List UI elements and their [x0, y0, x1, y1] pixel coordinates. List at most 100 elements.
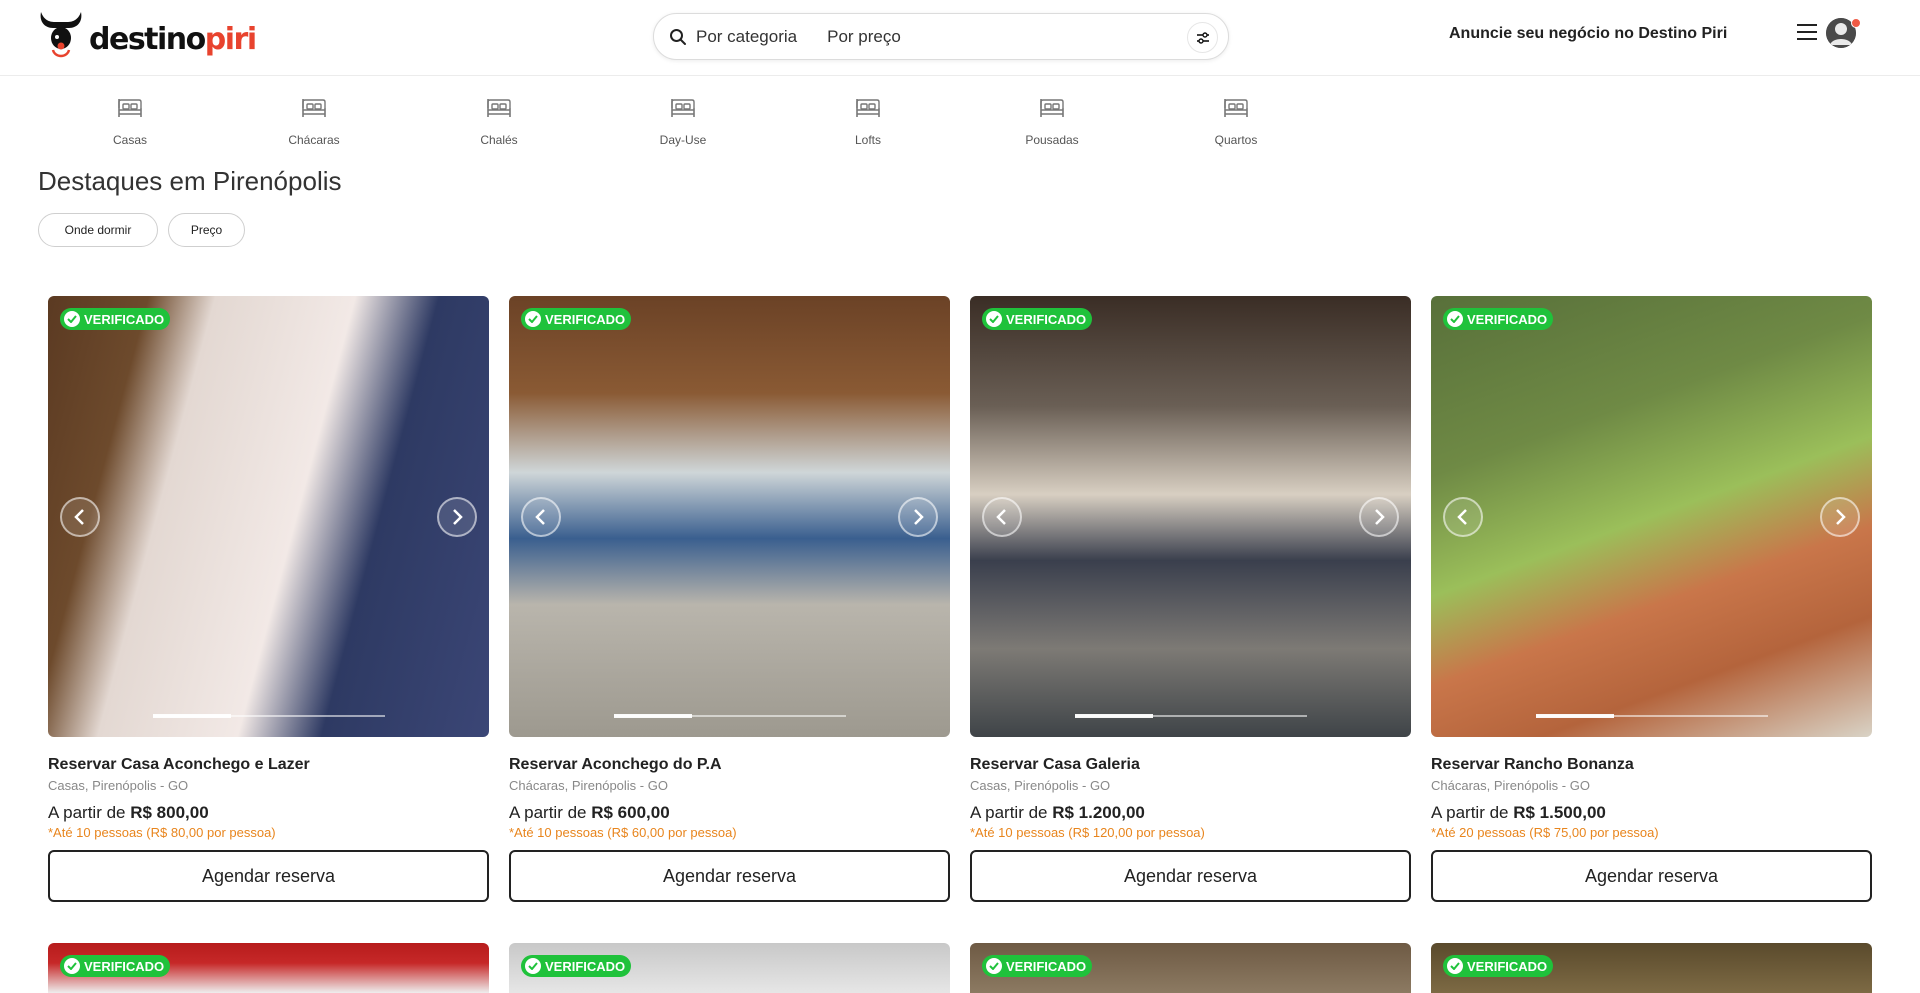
listing-card[interactable]: VERIFICADO	[48, 943, 489, 993]
listing-capacity-note: *Até 20 pessoas (R$ 75,00 por pessoa)	[1431, 825, 1659, 840]
category-chales[interactable]: Chalés	[439, 96, 559, 147]
bed-icon	[1224, 99, 1248, 117]
listing-price: A partir de R$ 1.500,00	[1431, 803, 1872, 823]
brand-name-dark: destino	[89, 21, 206, 57]
listing-price: A partir de R$ 800,00	[48, 803, 489, 823]
bed-icon	[671, 99, 695, 117]
listing-name[interactable]: Reservar Casa Aconchego e Lazer	[48, 756, 489, 774]
category-day-use[interactable]: Day-Use	[623, 96, 743, 147]
carousel-next-icon[interactable]	[1359, 497, 1399, 537]
brand-wordmark: destinopiri	[89, 21, 257, 57]
bull-logo-icon	[40, 12, 82, 58]
category-label: Chácaras	[288, 133, 340, 147]
book-button[interactable]: Agendar reserva	[509, 850, 950, 902]
check-icon	[525, 311, 541, 327]
listing-card[interactable]: VERIFICADO Reservar Casa Galeria Casas, …	[970, 296, 1411, 902]
category-pousadas[interactable]: Pousadas	[992, 96, 1112, 147]
bed-icon	[487, 99, 511, 117]
listing-card[interactable]: VERIFICADO	[1431, 943, 1872, 993]
search-bar[interactable]: Por categoria Por preço	[653, 13, 1229, 60]
book-button[interactable]: Agendar reserva	[970, 850, 1411, 902]
price-value: R$ 1.500,00	[1513, 803, 1606, 822]
listing-card[interactable]: VERIFICADO Reservar Rancho Bonanza Cháca…	[1431, 296, 1872, 902]
carousel-next-icon[interactable]	[437, 497, 477, 537]
listing-card[interactable]: VERIFICADO	[509, 943, 950, 993]
book-button[interactable]: Agendar reserva	[1431, 850, 1872, 902]
category-casas[interactable]: Casas	[70, 96, 190, 147]
price-value: R$ 600,00	[591, 803, 670, 822]
category-lofts[interactable]: Lofts	[808, 96, 928, 147]
listing-name[interactable]: Reservar Rancho Bonanza	[1431, 756, 1872, 774]
category-label: Quartos	[1214, 133, 1258, 147]
listing-photo[interactable]: VERIFICADO	[48, 943, 489, 993]
category-label: Lofts	[854, 133, 881, 147]
book-button[interactable]: Agendar reserva	[48, 850, 489, 902]
bed-icon	[1040, 99, 1064, 117]
carousel-prev-icon[interactable]	[1443, 497, 1483, 537]
check-icon	[986, 958, 1002, 974]
carousel-prev-icon[interactable]	[521, 497, 561, 537]
verified-badge: VERIFICADO	[60, 955, 171, 977]
listing-location: Casas, Pirenópolis - GO	[970, 778, 1111, 793]
listing-photo[interactable]: VERIFICADO	[509, 296, 950, 737]
listing-capacity-note: *Até 10 pessoas (R$ 60,00 por pessoa)	[509, 825, 737, 840]
listing-card[interactable]: VERIFICADO Reservar Casa Aconchego e Laz…	[48, 296, 489, 902]
listing-price: A partir de R$ 1.200,00	[970, 803, 1411, 823]
listing-photo[interactable]: VERIFICADO	[48, 296, 489, 737]
price-prefix: A partir de	[1431, 803, 1514, 822]
bed-icon	[856, 99, 880, 117]
price-prefix: A partir de	[509, 803, 592, 822]
advertise-link[interactable]: Anuncie seu negócio no Destino Piri	[1449, 25, 1727, 43]
listing-capacity-note: *Até 10 pessoas (R$ 80,00 por pessoa)	[48, 825, 276, 840]
carousel-indicator	[1075, 714, 1307, 718]
check-icon	[1447, 311, 1463, 327]
bed-icon	[118, 99, 142, 117]
carousel-next-icon[interactable]	[1820, 497, 1860, 537]
price-value: R$ 1.200,00	[1052, 803, 1145, 822]
check-icon	[525, 958, 541, 974]
filter-settings-button[interactable]	[1187, 22, 1218, 53]
category-label: Casas	[112, 133, 147, 147]
listing-location: Chácaras, Pirenópolis - GO	[1431, 778, 1590, 793]
listing-photo[interactable]: VERIFICADO	[509, 943, 950, 993]
filter-chip-onde-dormir[interactable]: Onde dormir	[38, 213, 158, 247]
verified-label: VERIFICADO	[545, 958, 626, 974]
category-quartos[interactable]: Quartos	[1176, 96, 1296, 147]
hamburger-menu-icon[interactable]	[1797, 24, 1819, 44]
verified-badge: VERIFICADO	[1443, 955, 1554, 977]
notification-dot	[1851, 18, 1861, 28]
listing-capacity-note: *Até 10 pessoas (R$ 120,00 por pessoa)	[970, 825, 1205, 840]
price-prefix: A partir de	[48, 803, 131, 822]
listing-card[interactable]: VERIFICADO	[970, 943, 1411, 993]
price-value: R$ 800,00	[130, 803, 209, 822]
listing-photo[interactable]: VERIFICADO	[970, 296, 1411, 737]
carousel-prev-icon[interactable]	[60, 497, 100, 537]
listing-photo[interactable]: VERIFICADO	[1431, 296, 1872, 737]
bed-icon	[302, 99, 326, 117]
check-icon	[1447, 958, 1463, 974]
listing-price: A partir de R$ 600,00	[509, 803, 950, 823]
listing-photo[interactable]: VERIFICADO	[1431, 943, 1872, 993]
carousel-indicator	[614, 714, 846, 718]
section-title: Destaques em Pirenópolis	[38, 166, 342, 196]
verified-label: VERIFICADO	[545, 311, 626, 327]
category-bar: Casas Chácaras Chalés Day-Use Lofts Pous…	[0, 96, 1920, 156]
verified-label: VERIFICADO	[1006, 958, 1087, 974]
carousel-indicator	[1536, 714, 1768, 718]
filter-chip-preco[interactable]: Preço	[168, 213, 245, 247]
listing-card[interactable]: VERIFICADO Reservar Aconchego do P.A Chá…	[509, 296, 950, 902]
listing-name[interactable]: Reservar Casa Galeria	[970, 756, 1411, 774]
listing-name[interactable]: Reservar Aconchego do P.A	[509, 756, 950, 774]
listing-photo[interactable]: VERIFICADO	[970, 943, 1411, 993]
verified-label: VERIFICADO	[1006, 311, 1087, 327]
verified-badge: VERIFICADO	[1443, 308, 1554, 330]
search-price[interactable]: Por preço	[827, 27, 901, 47]
carousel-next-icon[interactable]	[898, 497, 938, 537]
category-label: Day-Use	[659, 133, 707, 147]
carousel-prev-icon[interactable]	[982, 497, 1022, 537]
category-chacaras[interactable]: Chácaras	[254, 96, 374, 147]
check-icon	[986, 311, 1002, 327]
search-category[interactable]: Por categoria	[696, 27, 797, 47]
verified-badge: VERIFICADO	[982, 308, 1093, 330]
brand-logo[interactable]: destinopiri	[37, 8, 257, 58]
